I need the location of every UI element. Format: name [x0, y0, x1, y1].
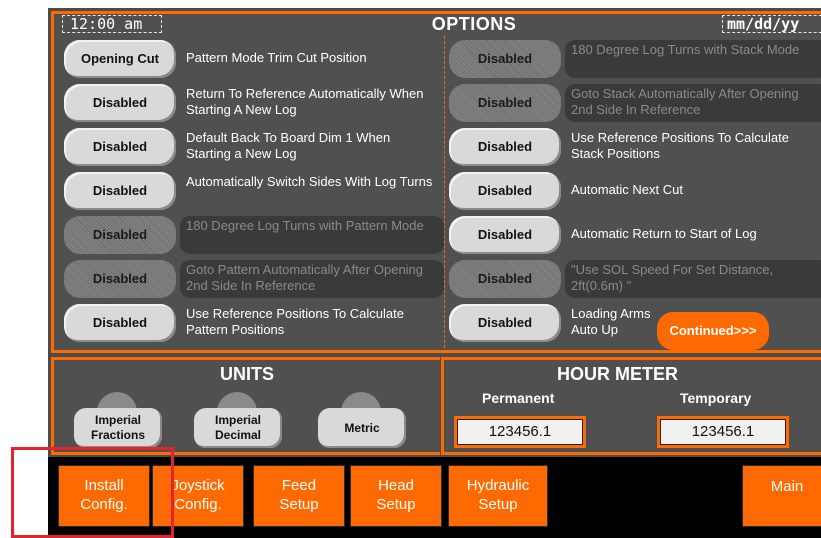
option-label: Automatically Switch Sides With Log Turn…: [186, 174, 433, 189]
main-button[interactable]: Main: [742, 465, 821, 527]
nav-label-line1: Joystick: [171, 477, 225, 494]
option-toggle-button: Disabled: [64, 216, 176, 254]
options-title: OPTIONS: [431, 14, 517, 34]
date-display[interactable]: mm/dd/yy: [722, 15, 821, 33]
option-toggle-button[interactable]: Disabled: [64, 304, 176, 342]
unit-imperial-decimal-button[interactable]: Imperial Decimal: [194, 408, 282, 448]
nav-label-line2: Config.: [174, 496, 222, 513]
option-toggle-button[interactable]: Disabled: [449, 216, 561, 254]
nav-label-line2: Setup: [279, 496, 319, 513]
option-label: "Use SOL Speed For Set Distance, 2ft(0.6…: [571, 262, 774, 293]
option-label: Goto Stack Automatically After Opening 2…: [571, 86, 799, 117]
options-header: 12:00 am OPTIONS mm/dd/yy: [54, 14, 821, 34]
temporary-value: 123456.1: [660, 419, 786, 445]
option-toggle-button[interactable]: Disabled: [64, 172, 176, 210]
temporary-label: Temporary: [680, 390, 752, 406]
option-toggle-button: Disabled: [449, 40, 561, 78]
control-screen: 12:00 am OPTIONS mm/dd/yy Opening Cut Pa…: [48, 8, 821, 538]
hour-meter-title-text: HOUR METER: [557, 364, 678, 384]
option-toggle-button[interactable]: Disabled: [449, 172, 561, 210]
option-toggle-button[interactable]: Disabled: [64, 128, 176, 166]
options-divider: [444, 36, 445, 348]
unit-button-line1: Imperial: [214, 413, 262, 427]
units-panel: UNITS Imperial Fractions Imperial Decima…: [51, 357, 440, 455]
option-toggle-button[interactable]: Disabled: [449, 304, 561, 342]
option-label: Return To Reference Automatically When S…: [186, 86, 424, 117]
option-label: Use Reference Positions To Calculate Sta…: [571, 130, 789, 161]
bottom-nav: Install Config. Joystick Config. Feed Se…: [48, 457, 821, 538]
option-label: Default Back To Board Dim 1 When Startin…: [186, 130, 391, 161]
option-label: Automatic Return to Start of Log: [571, 226, 757, 241]
nav-label-line1: Hydraulic: [466, 477, 530, 494]
hydraulic-setup-button[interactable]: Hydraulic Setup: [448, 465, 548, 527]
permanent-value-box: 123456.1: [454, 416, 586, 448]
nav-label-line2: Setup: [478, 496, 518, 513]
option-toggle-button[interactable]: Opening Cut: [64, 40, 176, 78]
unit-button-line1: Imperial: [94, 413, 142, 427]
unit-button-line2: Decimal: [214, 428, 262, 442]
option-label: Loading Arms Auto Up: [571, 306, 651, 337]
nav-label-line1: Main: [770, 478, 804, 495]
nav-label-line2: Config.: [80, 496, 128, 513]
option-label: Goto Pattern Automatically After Opening…: [186, 262, 424, 293]
option-toggle-button: Disabled: [449, 260, 561, 298]
option-toggle-button: Disabled: [64, 260, 176, 298]
temporary-value-box[interactable]: 123456.1: [657, 416, 789, 448]
nav-label-line1: Install: [84, 477, 124, 494]
unit-button-line1: Metric: [344, 421, 380, 435]
continued-button[interactable]: Continued>>>: [657, 312, 769, 350]
option-label: Automatic Next Cut: [571, 182, 683, 197]
nav-label-line1: Feed: [281, 477, 317, 494]
option-label: 180 Degree Log Turns with Stack Mode: [571, 42, 800, 57]
unit-imperial-fractions-button[interactable]: Imperial Fractions: [74, 408, 162, 448]
joystick-config-button[interactable]: Joystick Config.: [152, 465, 244, 527]
permanent-label: Permanent: [482, 390, 555, 406]
nav-label-line2: Setup: [376, 496, 416, 513]
time-display[interactable]: 12:00 am: [62, 15, 162, 33]
unit-metric-button[interactable]: Metric: [318, 408, 406, 448]
option-toggle-button[interactable]: Disabled: [449, 128, 561, 166]
option-label: 180 Degree Log Turns with Pattern Mode: [186, 218, 424, 233]
head-setup-button[interactable]: Head Setup: [350, 465, 442, 527]
permanent-value: 123456.1: [457, 419, 583, 445]
units-title: UNITS: [220, 364, 274, 384]
hour-meter-panel: HOUR METER Permanent Temporary 123456.1 …: [441, 357, 821, 455]
hour-meter-title: HOUR METER: [444, 364, 821, 385]
option-label: Pattern Mode Trim Cut Position: [186, 50, 367, 65]
option-toggle-button: Disabled: [449, 84, 561, 122]
option-toggle-button[interactable]: Disabled: [64, 84, 176, 122]
install-config-button[interactable]: Install Config.: [58, 465, 150, 527]
options-panel: 12:00 am OPTIONS mm/dd/yy Opening Cut Pa…: [51, 11, 821, 353]
nav-label-line1: Head: [378, 477, 414, 494]
option-label: Use Reference Positions To Calculate Pat…: [186, 306, 404, 337]
feed-setup-button[interactable]: Feed Setup: [253, 465, 345, 527]
unit-button-line2: Fractions: [90, 428, 145, 442]
